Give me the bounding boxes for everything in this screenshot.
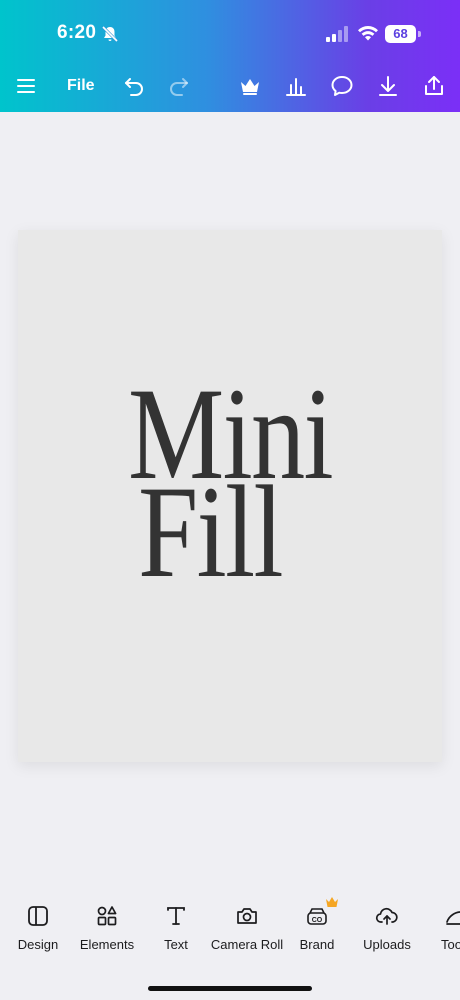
crown-icon[interactable] [238, 74, 262, 98]
nav-tools[interactable]: Too [438, 892, 460, 956]
file-menu-button[interactable]: File [67, 77, 95, 95]
cloud-upload-icon [375, 907, 398, 925]
battery-indicator: 68 [385, 25, 416, 43]
menu-icon[interactable] [14, 74, 38, 98]
elements-shapes-icon [97, 906, 117, 926]
text-t-icon [167, 907, 185, 925]
design-canvas[interactable]: Mini Fill [18, 230, 442, 762]
bell-muted-icon [101, 25, 119, 43]
share-icon[interactable] [422, 74, 446, 98]
nav-text[interactable]: Text [153, 892, 199, 956]
insights-chart-icon[interactable] [284, 74, 308, 98]
nav-tools-label: Too [441, 937, 460, 952]
nav-elements[interactable]: Elements [76, 892, 138, 956]
nav-uploads[interactable]: Uploads [360, 892, 414, 956]
nav-text-label: Text [164, 937, 188, 952]
undo-icon[interactable] [122, 74, 146, 98]
svg-text:CO: CO [312, 917, 323, 924]
nav-camera-roll-label: Camera Roll [210, 937, 284, 952]
bottom-nav: Design Elements Text Camera Roll CO Bran… [0, 892, 460, 1000]
nav-design-label: Design [17, 937, 59, 952]
status-time: 6:20 [57, 22, 97, 43]
download-icon[interactable] [376, 74, 400, 98]
tools-icon [446, 911, 460, 925]
battery-tip [418, 31, 421, 37]
wifi-icon [358, 25, 378, 41]
pro-crown-icon [326, 897, 338, 907]
nav-brand-label: Brand [299, 937, 335, 952]
top-bar: 6:20 68 File [0, 0, 460, 112]
home-indicator [148, 986, 312, 991]
design-layout-icon [28, 906, 48, 926]
comment-icon[interactable] [330, 74, 354, 98]
nav-uploads-label: Uploads [363, 937, 411, 952]
camera-icon [237, 908, 257, 924]
nav-camera-roll[interactable]: Camera Roll [209, 892, 285, 956]
redo-icon[interactable] [167, 74, 191, 98]
nav-elements-label: Elements [79, 937, 135, 952]
design-text-line-2[interactable]: Fill [20, 466, 400, 598]
signal-icon [326, 26, 348, 42]
design-text-block[interactable]: Mini Fill [18, 368, 442, 598]
nav-design[interactable]: Design [12, 892, 64, 956]
